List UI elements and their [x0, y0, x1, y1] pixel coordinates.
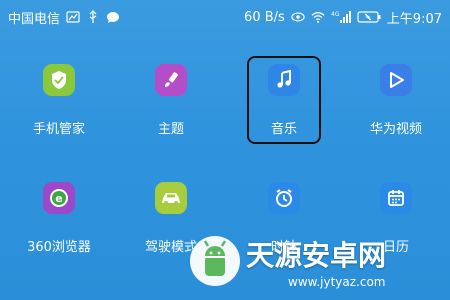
svg-text:e: e	[55, 192, 62, 205]
app-360-browser[interactable]: e 360浏览器	[3, 172, 115, 272]
svg-text:4G: 4G	[331, 11, 340, 18]
play-icon	[380, 64, 412, 96]
status-bar: 中国电信 60 B/s 4G 上午9:07	[0, 0, 450, 34]
watermark-logo-icon	[190, 236, 240, 286]
app-label: 360浏览器	[27, 240, 91, 255]
alarm-clock-icon	[268, 182, 300, 214]
watermark: 天源安卓网 www.jytyaz.com	[190, 230, 450, 300]
music-highlight-box	[247, 56, 321, 144]
chat-bubble-icon	[106, 10, 120, 24]
app-label: 主题	[157, 122, 184, 137]
signal-icon: 4G	[331, 10, 351, 24]
battery-icon	[357, 10, 381, 24]
calendar-icon	[380, 182, 412, 214]
wifi-icon	[311, 10, 325, 24]
watermark-url: www.jytyaz.com	[288, 275, 386, 289]
paintbrush-icon	[155, 64, 187, 96]
eye-icon	[291, 10, 305, 24]
clock-time: 上午9:07	[386, 11, 442, 27]
car-icon	[155, 182, 187, 214]
app-themes[interactable]: 主题	[115, 54, 227, 154]
shield-icon	[43, 64, 75, 96]
network-speed: 60 B/s	[244, 9, 285, 25]
app-phone-manager[interactable]: 手机管家	[3, 54, 115, 154]
chart-icon	[66, 10, 80, 24]
app-huawei-video[interactable]: 华为视频	[340, 54, 450, 154]
app-label: 华为视频	[369, 122, 422, 137]
carrier-name: 中国电信	[8, 11, 61, 27]
usb-icon	[86, 10, 100, 24]
browser-e-icon: e	[43, 182, 75, 214]
watermark-title: 天源安卓网	[246, 239, 387, 272]
status-bar-left: 中国电信	[8, 8, 120, 27]
status-bar-right: 60 B/s 4G 上午9:07	[244, 8, 442, 27]
app-label: 手机管家	[32, 122, 85, 137]
